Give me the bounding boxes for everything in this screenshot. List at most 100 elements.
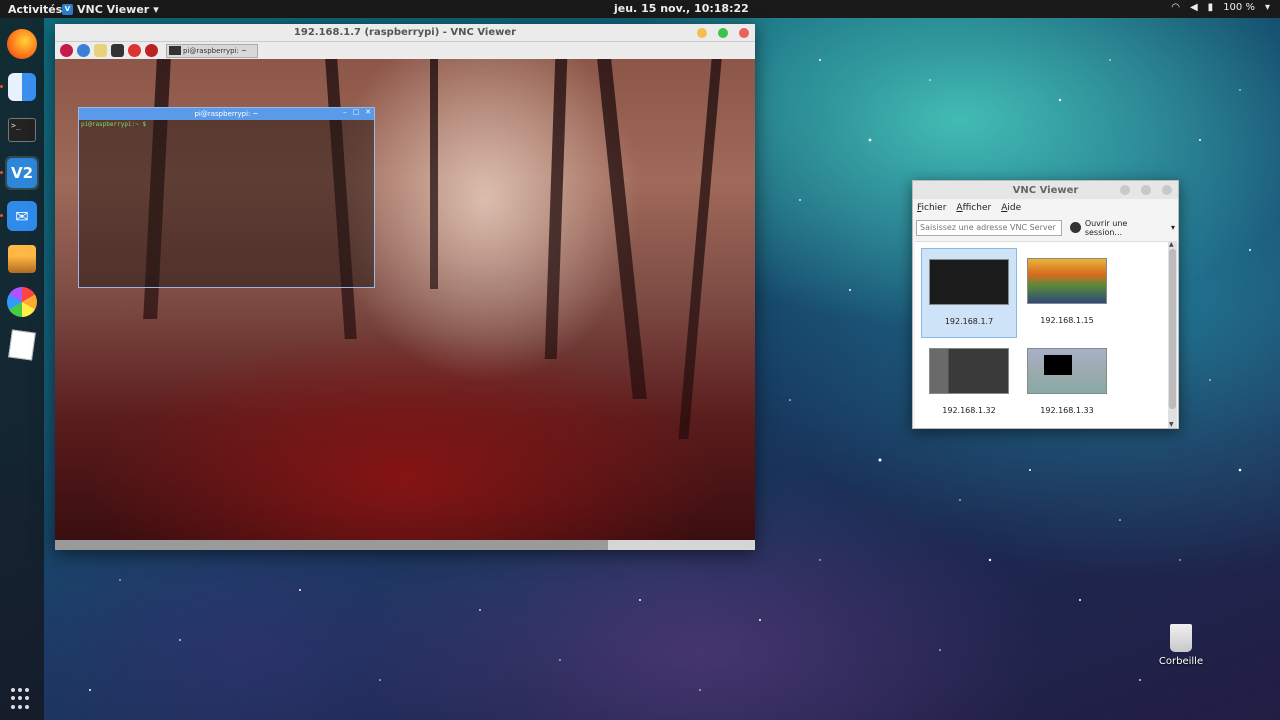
dock-item-notes[interactable] xyxy=(5,328,39,362)
dock-item-vnc-viewer[interactable]: V2 xyxy=(0,156,39,190)
browser-icon[interactable] xyxy=(77,44,90,57)
dock-item-firefox[interactable] xyxy=(5,27,39,61)
firefox-icon xyxy=(7,29,37,59)
menu-aide[interactable]: Aide xyxy=(1001,203,1021,213)
connection-label: 192.168.1.15 xyxy=(1040,316,1094,325)
running-indicator xyxy=(0,214,3,217)
running-indicator xyxy=(0,85,3,88)
wallpaper-tree xyxy=(544,59,568,359)
maximize-button[interactable] xyxy=(718,28,728,38)
terminal-prompt[interactable]: pi@raspberrypi:~ $ xyxy=(79,120,374,129)
scroll-up-icon[interactable]: ▲ xyxy=(1169,241,1174,248)
close-button[interactable] xyxy=(1162,185,1172,195)
app-menu[interactable]: V VNC Viewer ▾ xyxy=(62,3,159,16)
remote-desktop-view[interactable]: pi@raspberrypi: ~ – □ ✕ pi@raspberrypi:~… xyxy=(55,59,755,540)
raspberry-pi-panel: pi@raspberrypi: ~ xyxy=(55,42,755,59)
connection-tile[interactable]: 192.168.1.33 xyxy=(1019,338,1115,428)
mail-icon: ✉ xyxy=(7,201,37,231)
finder-icon xyxy=(8,73,36,101)
minimize-button[interactable] xyxy=(1120,185,1130,195)
terminal-minimize-button[interactable]: – xyxy=(343,108,347,116)
connection-thumbnail xyxy=(1027,348,1107,394)
connection-thumbnail xyxy=(929,259,1009,305)
viewer-titlebar[interactable]: VNC Viewer xyxy=(913,181,1178,199)
folder-icon[interactable] xyxy=(94,44,107,57)
terminal-titlebar[interactable]: pi@raspberrypi: ~ – □ ✕ xyxy=(79,108,374,120)
terminal-maximize-button[interactable]: □ xyxy=(353,108,360,116)
scrollbar-thumb[interactable] xyxy=(55,540,608,550)
vnc-icon: V2 xyxy=(7,158,37,188)
battery-icon: ▮ xyxy=(1207,2,1214,13)
remote-terminal-window[interactable]: pi@raspberrypi: ~ – □ ✕ pi@raspberrypi:~… xyxy=(78,107,375,288)
terminal-icon xyxy=(169,46,181,55)
trash-label: Corbeille xyxy=(1158,656,1204,667)
vnc-app-icon: V xyxy=(62,3,73,15)
wallpaper-tree xyxy=(678,59,722,439)
horizontal-scrollbar[interactable] xyxy=(55,540,755,550)
raspberry-menu-icon[interactable] xyxy=(60,44,73,57)
close-button[interactable] xyxy=(739,28,749,38)
chevron-down-icon: ▾ xyxy=(1170,223,1175,232)
connection-label: 192.168.1.33 xyxy=(1040,406,1094,415)
box-icon xyxy=(8,245,36,273)
desktop-trash[interactable]: Corbeille xyxy=(1158,624,1204,667)
system-tray[interactable]: ◠ ◀ ▮ 100 % ▾ xyxy=(1171,2,1270,13)
taskbar-terminal-label: pi@raspberrypi: ~ xyxy=(183,46,248,55)
sign-in-button[interactable]: Ouvrir une session... ▾ xyxy=(1069,218,1175,237)
connections-grid: 192.168.1.7 192.168.1.15 192.168.1.32 19… xyxy=(915,241,1170,428)
dock-item-files[interactable] xyxy=(0,70,39,104)
vertical-scrollbar[interactable]: ▲ ▼ xyxy=(1168,241,1177,428)
running-indicator xyxy=(0,171,3,174)
menu-afficher[interactable]: Afficher xyxy=(956,203,991,213)
dock-item-photos[interactable] xyxy=(5,285,39,319)
connection-tile[interactable]: 192.168.1.7 xyxy=(921,248,1017,338)
menu-bar: Fichier Afficher Aide xyxy=(913,199,1178,216)
vnc-window-titlebar[interactable]: 192.168.1.7 (raspberrypi) - VNC Viewer xyxy=(55,24,755,42)
dock-item-mail[interactable]: ✉ xyxy=(0,199,39,233)
wolfram-icon[interactable] xyxy=(145,44,158,57)
dock-item-terminal[interactable]: >_ xyxy=(5,113,39,147)
sign-in-label: Ouvrir une session... xyxy=(1084,218,1128,237)
menu-arrow-icon: ▾ xyxy=(1264,2,1270,13)
menu-fichier[interactable]: Fichier xyxy=(917,203,946,213)
vnc-viewer-window: VNC Viewer Fichier Afficher Aide Ouvrir … xyxy=(912,180,1179,429)
connection-tile[interactable]: 192.168.1.15 xyxy=(1019,248,1115,338)
maximize-button[interactable] xyxy=(1141,185,1151,195)
battery-percent: 100 % xyxy=(1223,2,1255,13)
wifi-icon: ◠ xyxy=(1171,2,1180,13)
notes-icon xyxy=(8,329,36,361)
connection-thumbnail xyxy=(929,348,1009,394)
terminal-icon[interactable] xyxy=(111,44,124,57)
wallpaper-tree xyxy=(597,59,647,399)
scroll-down-icon[interactable]: ▼ xyxy=(1169,421,1174,428)
top-bar: Activités V VNC Viewer ▾ jeu. 15 nov., 1… xyxy=(0,0,1280,18)
activities-button[interactable]: Activités xyxy=(0,3,62,16)
app-menu-label: VNC Viewer xyxy=(77,2,150,16)
trash-icon xyxy=(1170,624,1192,652)
dock: >_ V2 ✉ xyxy=(0,18,44,720)
chevron-down-icon: ▾ xyxy=(153,2,159,16)
connection-thumbnail xyxy=(1027,258,1107,304)
volume-icon: ◀ xyxy=(1189,2,1198,13)
photos-icon xyxy=(7,287,37,317)
wallpaper-tree xyxy=(430,59,438,289)
vnc-session-window: 192.168.1.7 (raspberrypi) - VNC Viewer p… xyxy=(55,24,755,550)
connection-label: 192.168.1.7 xyxy=(944,317,994,326)
window-title: 192.168.1.7 (raspberrypi) - VNC Viewer xyxy=(293,27,517,38)
minimize-button[interactable] xyxy=(697,28,707,38)
scrollbar-thumb[interactable] xyxy=(1169,249,1176,409)
terminal-close-button[interactable]: ✕ xyxy=(365,108,371,116)
vnc-address-input[interactable] xyxy=(916,219,1062,236)
connection-label: 192.168.1.32 xyxy=(942,406,996,415)
dock-item-archive[interactable] xyxy=(5,242,39,276)
viewer-title: VNC Viewer xyxy=(1012,184,1079,196)
terminal-icon: >_ xyxy=(8,118,36,142)
show-applications-button[interactable] xyxy=(11,688,33,710)
mathematica-icon[interactable] xyxy=(128,44,141,57)
connection-tile[interactable]: 192.168.1.32 xyxy=(921,338,1017,428)
address-bar: Ouvrir une session... ▾ xyxy=(913,216,1178,239)
clock[interactable]: jeu. 15 nov., 10:18:22 xyxy=(614,2,749,15)
user-icon xyxy=(1069,222,1081,233)
taskbar-terminal-button[interactable]: pi@raspberrypi: ~ xyxy=(166,43,258,58)
terminal-title: pi@raspberrypi: ~ xyxy=(194,110,259,118)
